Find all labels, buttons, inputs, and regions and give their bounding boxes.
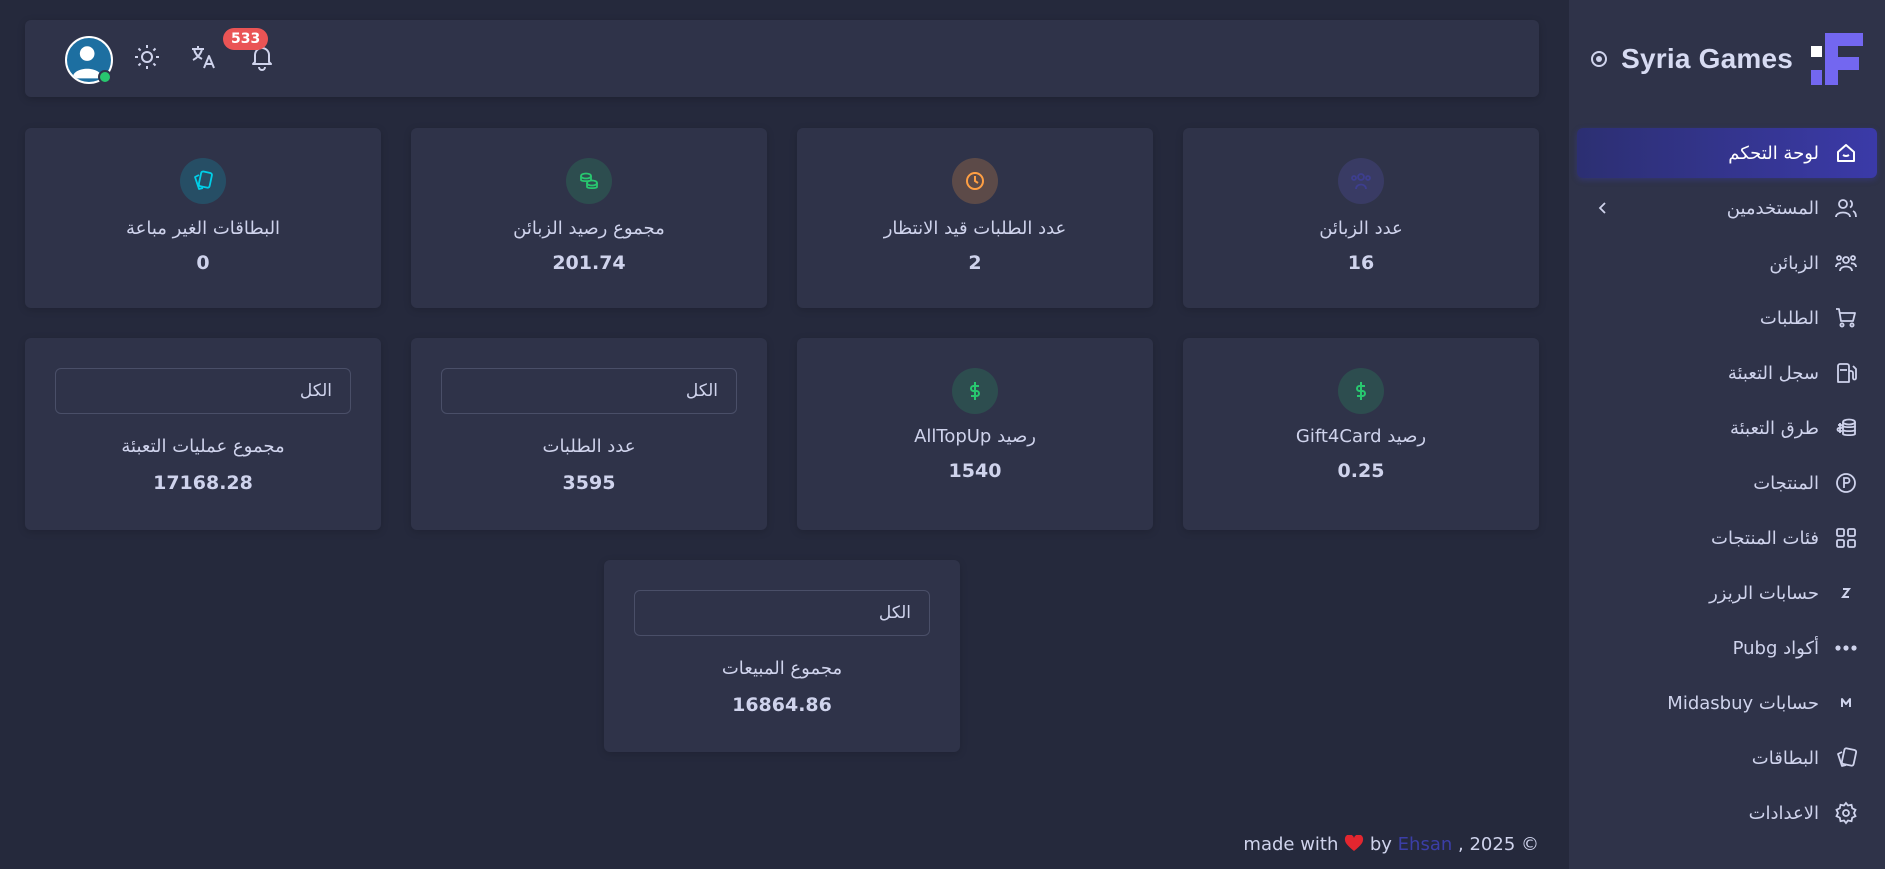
- stat-card-gift4card-balance: رصيد Gift4Card 0.25: [1183, 338, 1539, 530]
- sidebar-item-label: طرق التعبئة: [1729, 417, 1819, 439]
- author-link[interactable]: Ehsan: [1398, 834, 1453, 855]
- sidebar-item-label: المنتجات: [1753, 472, 1819, 494]
- chevron-left-icon: [1598, 202, 1606, 214]
- sidebar-item-categories[interactable]: فئات المنتجات: [1577, 513, 1877, 563]
- users-icon: [1833, 195, 1859, 221]
- stat-card-alltopup-balance: رصيد AllTopUp 1540: [797, 338, 1153, 530]
- stat-label: مجموع رصيد الزبائن: [513, 218, 665, 239]
- stat-label: مجموع المبيعات: [721, 658, 843, 679]
- sidebar-item-razer-accounts[interactable]: حسابات الريزر: [1577, 568, 1877, 618]
- sidebar-item-cards[interactable]: البطاقات: [1577, 733, 1877, 783]
- stat-value: 3595: [562, 472, 616, 494]
- sidebar-item-label: حسابات Midasbuy: [1667, 692, 1819, 714]
- footer-year: , 2025 ©: [1458, 834, 1539, 855]
- p-circle-icon: [1833, 470, 1859, 496]
- sidebar-item-label: الاعدادات: [1748, 802, 1819, 824]
- m-letter-icon: [1833, 690, 1859, 716]
- coins-icon: [566, 158, 612, 204]
- stat-value: 16864.86: [732, 694, 832, 716]
- home-icon: [1833, 140, 1859, 166]
- stat-label: عدد الطلبات: [542, 436, 636, 457]
- stat-value: 201.74: [552, 252, 626, 274]
- brand-name: Syria Games: [1621, 43, 1793, 74]
- settings-icon: [1833, 800, 1859, 826]
- stat-label: البطاقات الغير مباعة: [125, 218, 281, 239]
- brand-logo-icon: [1811, 33, 1863, 85]
- stat-card-sales-total: الكل مجموع المبيعات 16864.86: [604, 560, 960, 752]
- sidebar-item-label: حسابات الريزر: [1709, 582, 1819, 604]
- cards-icon: [1833, 745, 1859, 771]
- top-navbar: 533: [25, 20, 1539, 97]
- translate-icon[interactable]: [189, 42, 219, 72]
- brand[interactable]: Syria Games: [1569, 0, 1885, 118]
- dots-icon: [1833, 635, 1859, 661]
- stat-label: رصيد Gift4Card: [1295, 426, 1427, 447]
- stat-label: عدد الزبائن: [1319, 218, 1403, 239]
- sidebar-item-label: البطاقات: [1751, 747, 1819, 769]
- users-group-icon: [1338, 158, 1384, 204]
- sidebar-item-label: الطلبات: [1759, 307, 1819, 329]
- cart-icon: [1833, 305, 1859, 331]
- footer: made with by Ehsan , 2025 ©: [1243, 834, 1539, 855]
- stat-card-orders-count: الكل عدد الطلبات 3595: [411, 338, 767, 530]
- stat-value: 0.25: [1337, 460, 1385, 482]
- period-filter-select[interactable]: الكل: [634, 590, 930, 636]
- sidebar-item-dashboard[interactable]: لوحة التحكم: [1577, 128, 1877, 178]
- stat-card-customers-balance: مجموع رصيد الزبائن 201.74: [411, 128, 767, 308]
- stat-card-topup-total: الكل مجموع عمليات التعبئة 17168.28: [25, 338, 381, 530]
- footer-by: by: [1369, 834, 1392, 855]
- sidebar-item-pubg-codes[interactable]: أكواد Pubg: [1577, 623, 1877, 673]
- dollar-icon: [952, 368, 998, 414]
- clock-icon: [952, 158, 998, 204]
- stat-card-customers: عدد الزبائن 16: [1183, 128, 1539, 308]
- sidebar-item-products[interactable]: المنتجات: [1577, 458, 1877, 508]
- sidebar-item-label: الزبائن: [1769, 252, 1819, 274]
- sidebar-item-customers[interactable]: الزبائن: [1577, 238, 1877, 288]
- stat-label: رصيد AllTopUp: [914, 426, 1036, 447]
- sidebar-item-topup-methods[interactable]: طرق التعبئة: [1577, 403, 1877, 453]
- cards-icon: [180, 158, 226, 204]
- period-filter-select[interactable]: الكل: [441, 368, 737, 414]
- customers-icon: [1833, 250, 1859, 276]
- sun-icon[interactable]: [132, 42, 162, 72]
- sidebar-item-users[interactable]: المستخدمين: [1577, 183, 1877, 233]
- period-filter-select[interactable]: الكل: [55, 368, 351, 414]
- notification-badge: 533: [223, 28, 269, 50]
- sidebar-item-label: أكواد Pubg: [1732, 637, 1819, 659]
- stat-value: 17168.28: [153, 472, 253, 494]
- stat-card-pending-orders: عدد الطلبات قيد الانتظار 2: [797, 128, 1153, 308]
- sidebar-toggle-icon[interactable]: [1591, 51, 1608, 67]
- stat-label: مجموع عمليات التعبئة: [121, 436, 285, 457]
- heart-icon: [1345, 835, 1364, 851]
- sidebar-item-orders[interactable]: الطلبات: [1577, 293, 1877, 343]
- stat-value: 16: [1347, 252, 1375, 274]
- sidebar-item-topup-log[interactable]: سجل التعبئة: [1577, 348, 1877, 398]
- stat-value: 2: [968, 252, 982, 274]
- z-letter-icon: [1833, 580, 1859, 606]
- sidebar-menu: لوحة التحكم المستخدمين الزبائن الطلبات س…: [1569, 118, 1885, 853]
- grid-icon: [1833, 525, 1859, 551]
- coins-icon: [1833, 415, 1859, 441]
- sidebar-item-midasbuy-accounts[interactable]: حسابات Midasbuy: [1577, 678, 1877, 728]
- footer-prefix: made with: [1243, 834, 1339, 855]
- stat-value: 0: [196, 252, 210, 274]
- stat-value: 1540: [948, 460, 1002, 482]
- sidebar-item-label: المستخدمين: [1726, 197, 1819, 219]
- sidebar: Syria Games لوحة التحكم المستخدمين الزبا…: [1569, 0, 1885, 869]
- online-status-dot: [98, 70, 112, 84]
- sidebar-item-settings[interactable]: الاعدادات: [1577, 788, 1877, 838]
- fuel-icon: [1833, 360, 1859, 386]
- stat-card-unsold-cards: البطاقات الغير مباعة 0: [25, 128, 381, 308]
- dollar-icon: [1338, 368, 1384, 414]
- sidebar-item-label: سجل التعبئة: [1727, 362, 1819, 384]
- stat-label: عدد الطلبات قيد الانتظار: [883, 218, 1067, 239]
- sidebar-item-label: فئات المنتجات: [1711, 527, 1819, 549]
- sidebar-item-label: لوحة التحكم: [1728, 142, 1819, 164]
